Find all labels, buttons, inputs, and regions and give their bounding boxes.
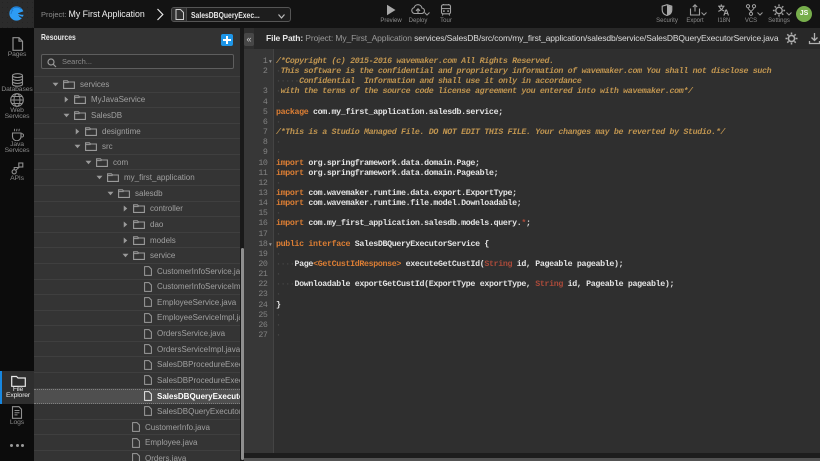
svg-text:A: A (723, 8, 729, 17)
